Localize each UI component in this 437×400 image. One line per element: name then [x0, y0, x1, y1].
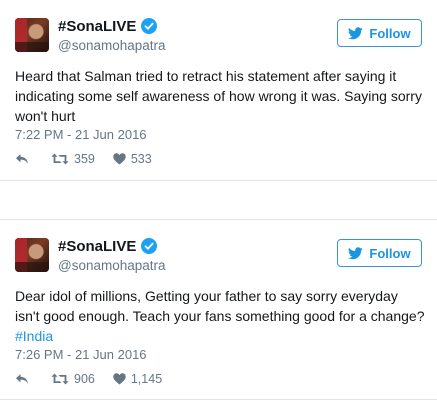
avatar[interactable]: [15, 238, 49, 272]
author-name-row: #SonaLIVE: [58, 236, 158, 256]
hashtag-link[interactable]: #India: [15, 328, 53, 344]
retweet-button[interactable]: 359: [51, 152, 95, 166]
tweet-text: Heard that Salman tried to retract his s…: [15, 68, 422, 124]
verified-badge-icon: [141, 238, 158, 254]
display-name[interactable]: #SonaLIVE: [58, 238, 136, 255]
tweet-actions: 359 533: [15, 151, 152, 167]
author-name-row: #SonaLIVE: [58, 16, 158, 36]
avatar-image-shadow: [15, 262, 49, 272]
follow-button[interactable]: Follow: [337, 19, 422, 47]
retweet-icon: [51, 373, 69, 385]
tweet-text-content: Dear idol of millions, Getting your fath…: [15, 288, 425, 324]
follow-button[interactable]: Follow: [337, 239, 422, 267]
tweet-card: #SonaLIVE @sonamohapatra Follow Dear ido…: [0, 219, 437, 400]
display-name[interactable]: #SonaLIVE: [58, 18, 136, 35]
twitter-bird-icon: [348, 26, 364, 39]
heart-icon: [113, 373, 126, 385]
reply-button[interactable]: [15, 373, 35, 385]
tweet-actions: 906 1,145: [15, 371, 162, 387]
avatar-image-shadow: [15, 42, 49, 52]
like-button[interactable]: 533: [113, 152, 152, 166]
like-count: 533: [130, 152, 152, 166]
author-handle[interactable]: @sonamohapatra: [58, 258, 166, 273]
author-handle[interactable]: @sonamohapatra: [58, 38, 166, 53]
tweet-timestamp[interactable]: 7:22 PM - 21 Jun 2016: [15, 127, 147, 142]
heart-icon: [113, 153, 126, 165]
retweet-button[interactable]: 906: [51, 372, 95, 386]
retweet-icon: [51, 153, 69, 165]
like-count: 1,145: [130, 372, 163, 386]
reply-arrow-icon: [16, 154, 28, 164]
follow-button-label: Follow: [369, 245, 411, 261]
reply-button[interactable]: [15, 153, 35, 165]
tweet-timestamp[interactable]: 7:26 PM - 21 Jun 2016: [15, 347, 147, 362]
tweet-text: Dear idol of millions, Getting your fath…: [15, 286, 425, 346]
tweet-card: #SonaLIVE @sonamohapatra Follow Heard th…: [0, 0, 437, 181]
avatar[interactable]: [15, 18, 49, 52]
verified-badge-icon: [141, 18, 158, 34]
follow-button-label: Follow: [369, 25, 411, 41]
twitter-bird-icon: [348, 246, 364, 259]
reply-arrow-icon: [16, 374, 28, 384]
like-button[interactable]: 1,145: [113, 372, 162, 386]
retweet-count: 906: [74, 372, 95, 386]
retweet-count: 359: [74, 152, 95, 166]
